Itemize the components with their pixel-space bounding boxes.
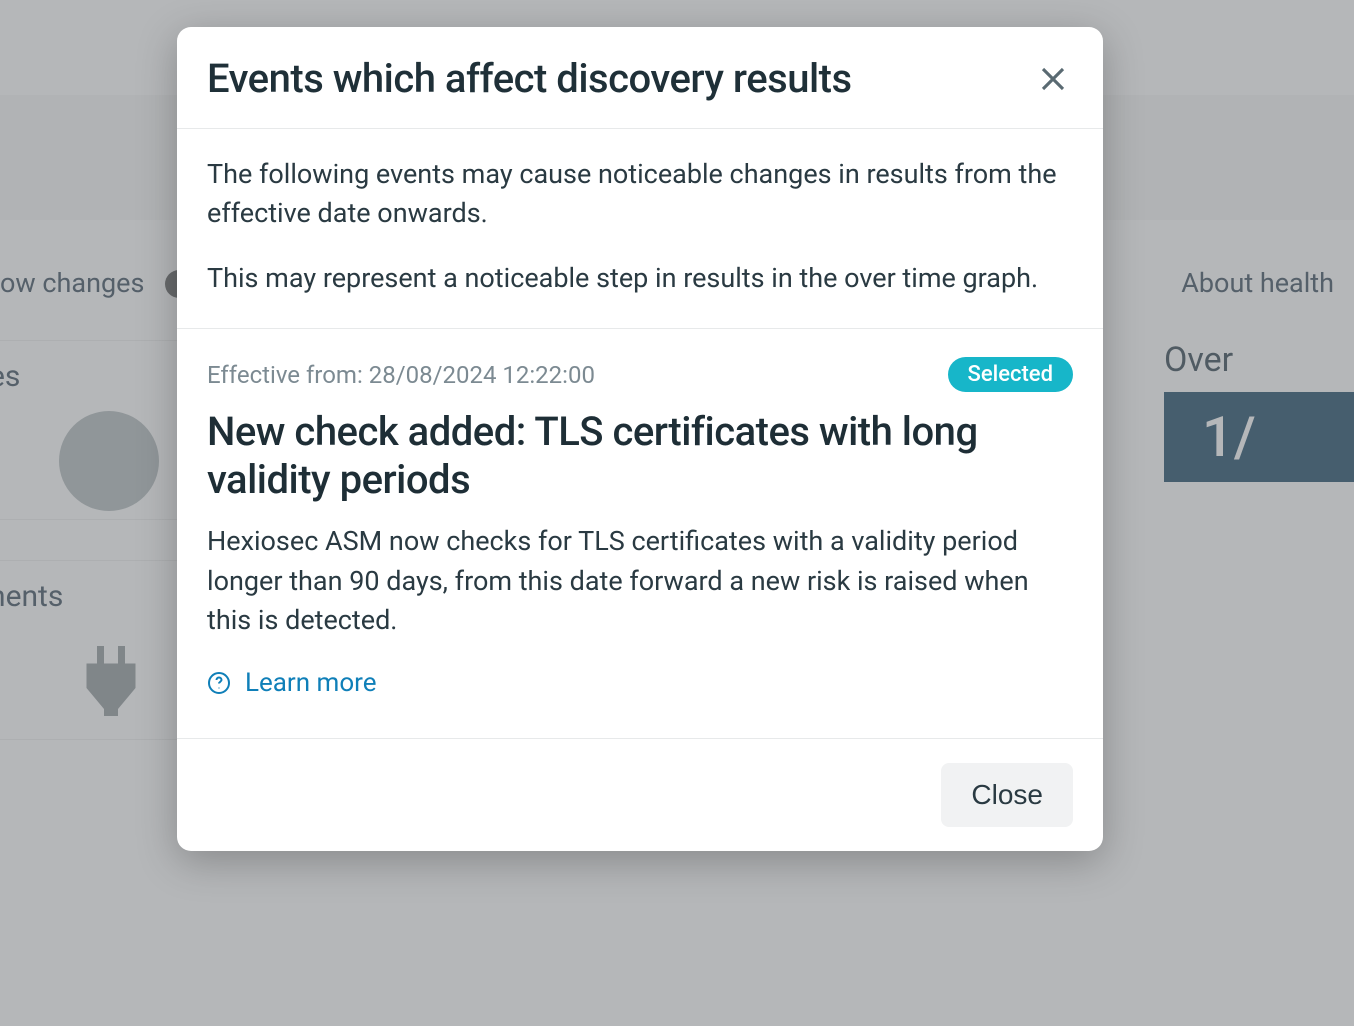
event-description: Hexiosec ASM now checks for TLS certific… <box>207 522 1073 639</box>
modal-header: Events which affect discovery results <box>177 27 1103 129</box>
intro-text-2: This may represent a noticeable step in … <box>207 259 1073 298</box>
modal-footer: Close <box>177 738 1103 851</box>
event-top-row: Effective from: 28/08/2024 12:22:00 Sele… <box>207 357 1073 392</box>
learn-more-link[interactable]: Learn more <box>207 668 1073 698</box>
selected-badge: Selected <box>948 357 1074 392</box>
event-title: New check added: TLS certificates with l… <box>207 408 1007 504</box>
events-modal: Events which affect discovery results Th… <box>177 27 1103 851</box>
help-circle-icon <box>207 671 231 695</box>
effective-date: 28/08/2024 12:22:00 <box>369 361 595 389</box>
modal-title: Events which affect discovery results <box>207 55 852 102</box>
effective-label: Effective from: <box>207 361 363 389</box>
intro-text-1: The following events may cause noticeabl… <box>207 155 1073 233</box>
close-icon[interactable] <box>1033 59 1073 99</box>
effective-from: Effective from: 28/08/2024 12:22:00 <box>207 361 595 389</box>
modal-intro: The following events may cause noticeabl… <box>177 129 1103 329</box>
close-button[interactable]: Close <box>941 763 1073 827</box>
learn-more-text: Learn more <box>245 668 377 698</box>
event-item: Effective from: 28/08/2024 12:22:00 Sele… <box>177 329 1103 737</box>
